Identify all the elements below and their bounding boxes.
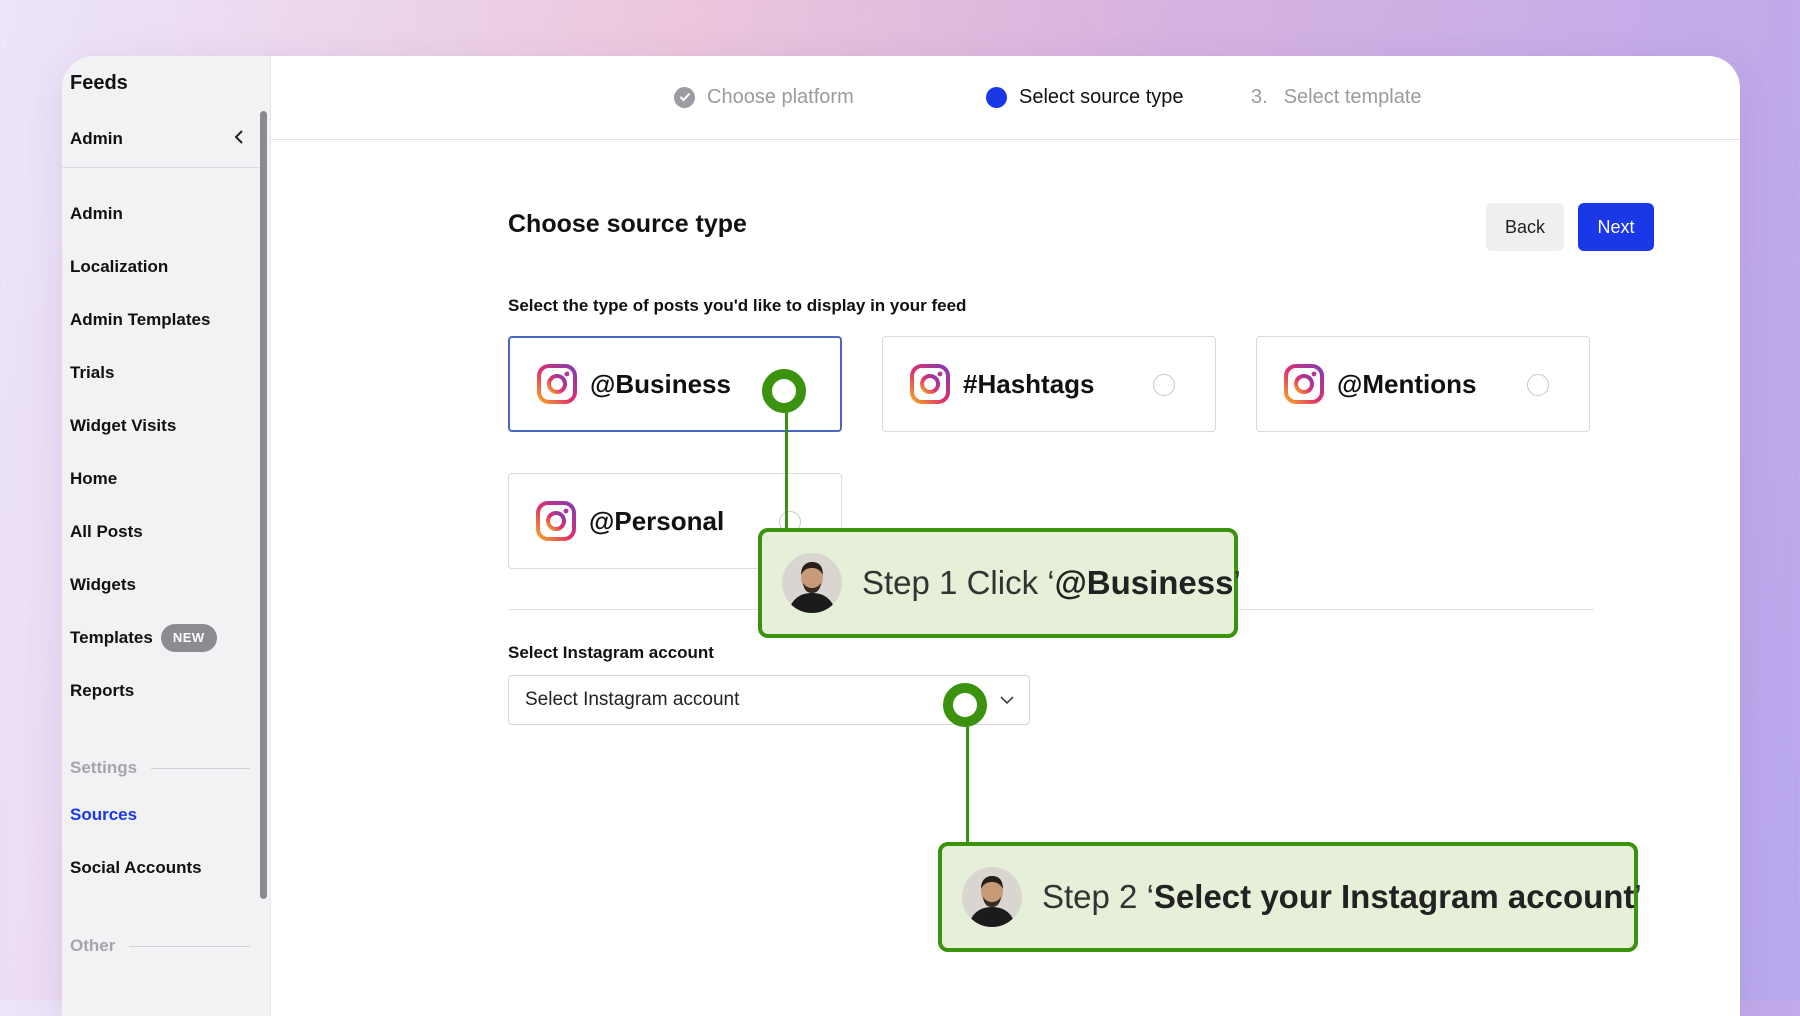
source-radio[interactable] xyxy=(1153,374,1175,396)
source-card-label: @Business xyxy=(590,368,731,399)
sidebar-item-label: Localization xyxy=(70,257,169,276)
instagram-icon xyxy=(909,363,951,405)
step-2-marker xyxy=(943,683,987,727)
sidebar-item-templates[interactable]: Templates NEW xyxy=(70,624,217,652)
sidebar-item-label: Admin Templates xyxy=(70,310,211,329)
select-placeholder: Select Instagram account xyxy=(525,689,740,710)
instagram-icon xyxy=(536,363,578,405)
workspace-switcher[interactable]: Admin xyxy=(70,124,245,154)
source-type-prompt: Select the type of posts you'd like to d… xyxy=(508,296,967,315)
sidebar-item-label: Admin xyxy=(70,204,123,223)
next-button[interactable]: Next xyxy=(1578,203,1654,251)
sidebar-item-admin-templates[interactable]: Admin Templates xyxy=(70,306,210,334)
step-select-source-type[interactable]: Select source type xyxy=(986,82,1184,112)
settings-section-heading: Settings xyxy=(70,758,250,778)
sidebar-scrollbar[interactable] xyxy=(260,111,267,899)
sidebar-divider xyxy=(62,167,260,168)
chevron-down-icon[interactable] xyxy=(999,692,1015,714)
sidebar-item-reports[interactable]: Reports xyxy=(70,677,134,705)
section-divider xyxy=(151,767,250,769)
sidebar-item-widgets[interactable]: Widgets xyxy=(70,571,136,599)
step-number: 3. xyxy=(1251,85,1268,108)
sidebar-item-home[interactable]: Home xyxy=(70,465,117,493)
source-card-hashtags[interactable]: #Hashtags xyxy=(882,336,1216,432)
sidebar-item-localization[interactable]: Localization xyxy=(70,253,168,281)
sidebar-item-label: Templates xyxy=(70,628,153,647)
step-choose-platform[interactable]: Choose platform xyxy=(674,82,854,112)
sidebar-item-label: Widgets xyxy=(70,575,136,594)
step-1-text: Step 1 Click ‘@Business’ xyxy=(862,564,1241,601)
step-select-template[interactable]: 3. Select template xyxy=(1251,82,1422,112)
step-2-text: Step 2 ‘Select your Instagram account’ xyxy=(1042,878,1642,915)
step-1-marker xyxy=(762,369,806,413)
sidebar-item-label: Home xyxy=(70,469,118,488)
wizard-stepper: Choose platform Select source type 3. Se… xyxy=(270,56,1740,140)
sidebar-item-widget-visits[interactable]: Widget Visits xyxy=(70,412,176,440)
chevron-left-icon[interactable] xyxy=(233,129,245,150)
check-circle-icon xyxy=(674,86,695,108)
sidebar-item-label: Trials xyxy=(70,363,115,382)
source-card-label: @Personal xyxy=(589,505,725,536)
source-radio[interactable] xyxy=(1527,374,1549,396)
sidebar-item-label: Reports xyxy=(70,681,135,700)
source-card-mentions[interactable]: @Mentions xyxy=(1256,336,1590,432)
sidebar-item-label: Sources xyxy=(70,805,138,824)
step-2-callout: Step 2 ‘Select your Instagram account’ xyxy=(938,842,1642,952)
step-1-callout: Step 1 Click ‘@Business’ xyxy=(758,528,1241,638)
avatar xyxy=(962,867,1022,927)
sidebar-item-label: Social Accounts xyxy=(70,858,202,877)
avatar xyxy=(782,553,842,613)
section-label: Settings xyxy=(70,758,138,777)
workspace-label: Admin xyxy=(70,129,123,148)
instagram-icon xyxy=(535,500,577,542)
sidebar-item-social-accounts[interactable]: Social Accounts xyxy=(70,854,202,882)
page-title: Choose source type xyxy=(508,210,747,238)
new-badge: NEW xyxy=(160,624,217,652)
sidebar-item-trials[interactable]: Trials xyxy=(70,359,114,387)
app-brand: Feeds xyxy=(70,72,128,94)
sidebar-item-label: All Posts xyxy=(70,522,143,541)
sidebar-item-all-posts[interactable]: All Posts xyxy=(70,518,143,546)
active-step-dot-icon xyxy=(986,86,1007,108)
step-label: Choose platform xyxy=(707,85,854,108)
sidebar-item-sources[interactable]: Sources xyxy=(70,801,137,829)
section-label: Other xyxy=(70,936,116,955)
sidebar: Feeds Admin Admin Localization Admin Tem… xyxy=(62,56,271,1016)
instagram-account-label: Select Instagram account xyxy=(508,643,714,662)
sidebar-item-label: Widget Visits xyxy=(70,416,177,435)
other-section-heading: Other xyxy=(70,936,250,956)
sidebar-item-admin[interactable]: Admin xyxy=(70,200,123,228)
section-divider xyxy=(129,945,250,947)
source-card-label: @Mentions xyxy=(1337,368,1477,399)
source-card-label: #Hashtags xyxy=(963,368,1095,399)
step-label: Select template xyxy=(1283,85,1422,108)
step-label: Select source type xyxy=(1019,85,1184,108)
instagram-icon xyxy=(1283,363,1325,405)
back-button[interactable]: Back xyxy=(1486,203,1564,251)
